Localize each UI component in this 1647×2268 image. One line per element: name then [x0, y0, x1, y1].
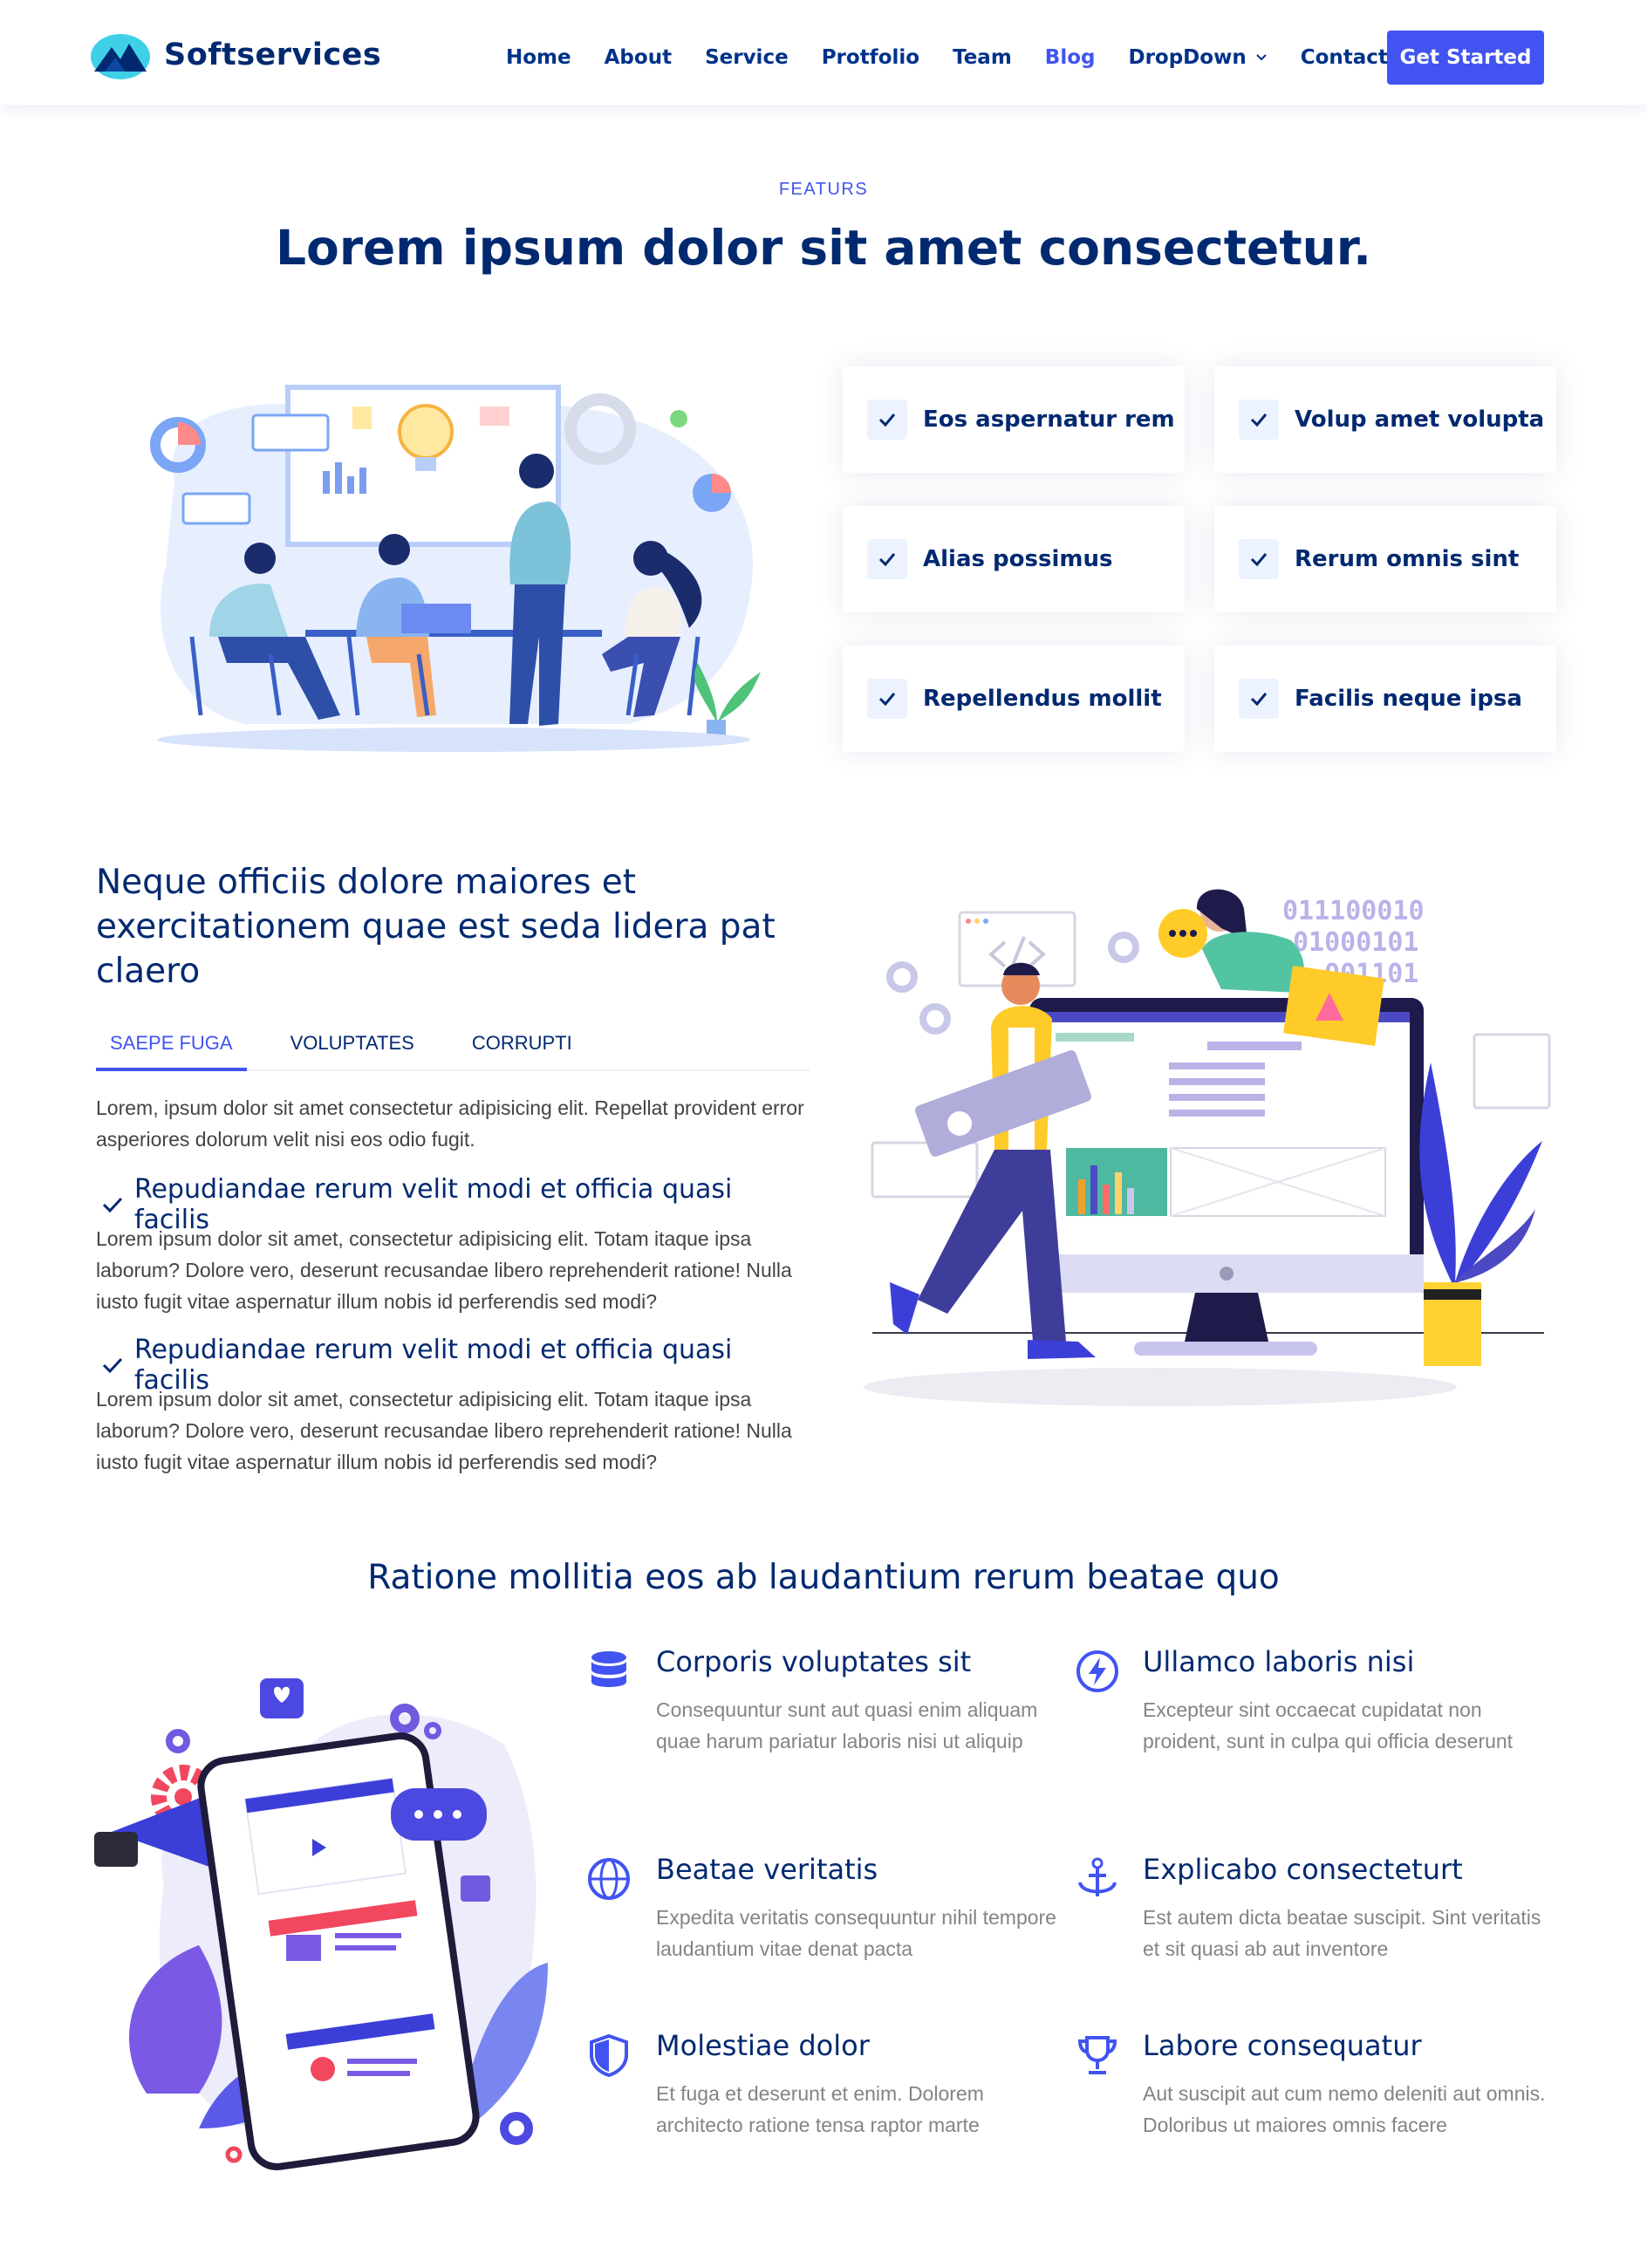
- feature-item-text: Excepteur sint occaecat cupidatat non pr…: [1143, 1698, 1514, 1752]
- lightning-icon: [1076, 1650, 1118, 1692]
- logo-text: Softservices: [164, 38, 382, 72]
- nav-dropdown-label: DropDown: [1128, 46, 1247, 69]
- feature-item-title: Labore consequatur: [1143, 2029, 1422, 2062]
- shield-icon: [590, 2033, 628, 2078]
- main-nav: Home About Service Protfolio Team Blog D…: [506, 30, 1421, 85]
- feature-label: Volup amet volupta: [1295, 406, 1545, 433]
- feature-box-6[interactable]: Facilis neque ipsa: [1214, 646, 1556, 752]
- feature-box-1[interactable]: Eos aspernatur rem: [843, 366, 1185, 473]
- check-icon: [867, 679, 907, 719]
- tab-intro-text: Lorem, ipsum dolor sit amet consectetur …: [96, 1096, 804, 1151]
- site-header: Softservices Home About Service Protfoli…: [0, 0, 1647, 105]
- nav-dropdown[interactable]: DropDown: [1128, 30, 1267, 85]
- feature-label: Alias possimus: [923, 546, 1113, 572]
- phone-marketing-illustration: [94, 1678, 548, 2170]
- team-meeting-illustration: [150, 385, 761, 752]
- feature-box-4[interactable]: Rerum omnis sint: [1214, 506, 1556, 612]
- feature-box-3[interactable]: Alias possimus: [843, 506, 1185, 612]
- tab-corrupti[interactable]: CORRUPTI: [458, 1017, 586, 1071]
- check-icon: [1239, 539, 1279, 579]
- feature-item-text: Aut suscipit aut cum nemo deleniti aut o…: [1143, 2082, 1546, 2136]
- features-eyebrow: FEATURS: [778, 180, 869, 199]
- developer-computer-illustration: 011100010 01000101 001101: [864, 889, 1551, 1406]
- feature-item-text: Consequuntur sunt aut quasi enim aliquam…: [656, 1698, 1038, 1752]
- check-icon: [1239, 679, 1279, 719]
- feature-label: Repellendus mollit: [923, 686, 1162, 712]
- features-title: Lorem ipsum dolor sit amet consectetur.: [276, 220, 1371, 276]
- tabs-section-title: Neque officiis dolore maiores et exercit…: [96, 863, 776, 991]
- feature-box-5[interactable]: Repellendus mollit: [843, 646, 1185, 752]
- feature-item-text: Expedita veritatis consequuntur nihil te…: [656, 1906, 1056, 1960]
- trophy-icon: [1077, 2036, 1117, 2074]
- binary-line-2: 01000101: [1293, 927, 1419, 958]
- check-icon: [1239, 400, 1279, 440]
- feature-label: Eos aspernatur rem: [923, 406, 1175, 433]
- feature-item-title: Explicabo consecteturt: [1143, 1853, 1463, 1886]
- anchor-icon: [1078, 1857, 1117, 1896]
- nav-service[interactable]: Service: [705, 30, 789, 85]
- database-icon: [591, 1651, 626, 1687]
- tab-point-text-1: Lorem ipsum dolor sit amet, consectetur …: [96, 1227, 792, 1313]
- feature-item-title: Ullamco laboris nisi: [1143, 1645, 1415, 1678]
- feature-item-text: Et fuga et deserunt et enim. Dolorem arc…: [656, 2082, 984, 2136]
- tab-saepe-fuga[interactable]: SAEPE FUGA: [96, 1017, 247, 1071]
- icons-section-title: Ratione mollitia eos ab laudantium rerum…: [367, 1558, 1280, 1597]
- feature-item-title: Molestiae dolor: [656, 2029, 870, 2062]
- tab-voluptates[interactable]: VOLUPTATES: [277, 1017, 428, 1071]
- nav-blog[interactable]: Blog: [1045, 30, 1096, 85]
- binary-line-1: 011100010: [1282, 896, 1425, 926]
- nav-home[interactable]: Home: [506, 30, 571, 85]
- nav-contact[interactable]: Contact: [1301, 30, 1388, 85]
- check-icon: [102, 1357, 123, 1374]
- globe-icon: [588, 1858, 630, 1900]
- chevron-down-icon: [1255, 54, 1267, 61]
- check-icon: [867, 400, 907, 440]
- feature-item-title: Corporis voluptates sit: [656, 1645, 972, 1678]
- tab-point-text-2: Lorem ipsum dolor sit amet, consectetur …: [96, 1388, 792, 1473]
- feature-label: Facilis neque ipsa: [1295, 686, 1522, 712]
- logo[interactable]: Softservices: [89, 28, 381, 82]
- nav-portfolio[interactable]: Protfolio: [822, 30, 919, 85]
- tab-bar: SAEPE FUGA VOLUPTATES CORRUPTI: [96, 1017, 810, 1071]
- feature-item-text: Est autem dicta beatae suscipit. Sint ve…: [1143, 1906, 1541, 1960]
- logo-icon: [91, 34, 150, 79]
- get-started-button[interactable]: Get Started: [1387, 31, 1544, 85]
- feature-item-title: Beatae veritatis: [656, 1853, 878, 1886]
- nav-team[interactable]: Team: [953, 30, 1012, 85]
- nav-about[interactable]: About: [605, 30, 672, 85]
- check-icon: [102, 1197, 123, 1213]
- feature-box-2[interactable]: Volup amet volupta: [1214, 366, 1556, 473]
- feature-label: Rerum omnis sint: [1295, 546, 1520, 572]
- check-icon: [867, 539, 907, 579]
